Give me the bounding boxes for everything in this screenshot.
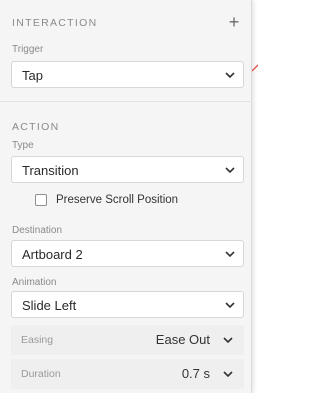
interaction-section-title: INTERACTION <box>12 17 98 29</box>
plus-icon[interactable]: + <box>226 13 242 31</box>
chevron-down-icon <box>225 251 235 258</box>
duration-label: Duration <box>21 368 61 380</box>
prototype-interaction-panel: INTERACTION + Trigger Tap ACTION Type Tr… <box>0 0 252 393</box>
chevron-down-icon <box>225 167 235 174</box>
easing-label: Easing <box>21 334 54 346</box>
animation-value: Slide Left <box>22 298 77 313</box>
animation-label: Animation <box>12 277 57 288</box>
chevron-down-icon <box>225 72 235 79</box>
chevron-down-icon <box>223 337 233 344</box>
type-value: Transition <box>22 163 79 178</box>
destination-dropdown[interactable]: Artboard 2 <box>11 240 244 267</box>
trigger-label: Trigger <box>12 44 44 55</box>
section-divider <box>0 101 252 102</box>
chevron-down-icon <box>225 302 235 309</box>
connector-arrow-mark <box>252 64 258 72</box>
preserve-scroll-checkbox-row[interactable]: Preserve Scroll Position <box>35 192 178 208</box>
animation-dropdown[interactable]: Slide Left <box>11 291 244 318</box>
duration-dropdown[interactable]: 0.7 s <box>154 359 244 389</box>
easing-dropdown[interactable]: Ease Out <box>114 325 244 355</box>
preserve-scroll-checkbox[interactable] <box>35 194 47 206</box>
type-dropdown[interactable]: Transition <box>11 156 244 183</box>
easing-row: Easing Ease Out <box>11 325 244 355</box>
easing-value: Ease Out <box>155 332 210 347</box>
duration-value: 0.7 s <box>181 366 210 381</box>
destination-label: Destination <box>12 225 63 236</box>
preserve-scroll-label: Preserve Scroll Position <box>56 194 179 206</box>
action-section-title: ACTION <box>12 121 60 133</box>
destination-value: Artboard 2 <box>22 247 83 262</box>
duration-row: Duration 0.7 s <box>11 359 244 389</box>
trigger-value: Tap <box>22 68 43 83</box>
trigger-dropdown[interactable]: Tap <box>11 61 244 88</box>
type-label: Type <box>12 140 34 151</box>
chevron-down-icon <box>223 371 233 378</box>
